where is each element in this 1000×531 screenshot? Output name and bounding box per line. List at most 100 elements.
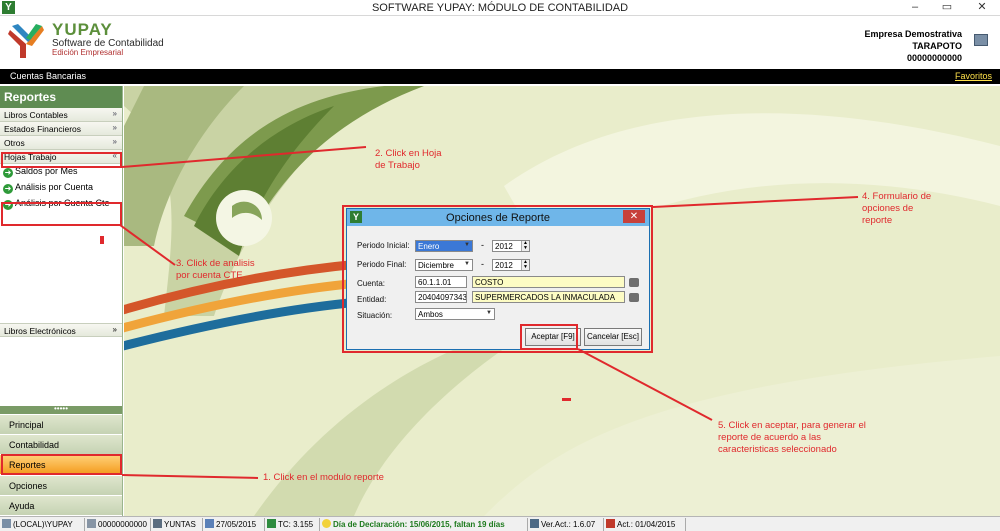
yupay-logo-icon xyxy=(6,22,46,62)
status-update-text: Act.: 01/04/2015 xyxy=(617,520,676,529)
cuenta-label: Cuenta: xyxy=(357,279,386,288)
status-update: Act.: 01/04/2015 xyxy=(604,518,686,531)
annotation-line: de Trabajo xyxy=(375,160,420,171)
status-declaration: Día de Declaración: 15/06/2015, faltan 1… xyxy=(320,518,528,531)
spinner-value: 2012 xyxy=(495,242,513,251)
brand-name: YUPAY xyxy=(52,20,113,39)
periodo-final-year-spinner[interactable]: 2012 ▲ ▼ xyxy=(492,259,530,271)
annotation-step4: 4. Formulario de opciones de reporte xyxy=(862,191,931,227)
cuenta-code-input[interactable]: 60.1.1.01 xyxy=(415,276,467,288)
module-reportes[interactable]: Reportes xyxy=(0,454,122,474)
entidad-lookup-icon[interactable] xyxy=(629,293,639,302)
select-value: Diciembre xyxy=(418,261,455,270)
sidebar-group-label: Estados Financieros xyxy=(4,124,82,134)
company-name: Empresa Demostrativa xyxy=(864,29,962,39)
accept-button[interactable]: Aceptar [F9] xyxy=(525,328,581,346)
app-header: YUPAY Software de Contabilidad Edición E… xyxy=(0,16,1000,68)
entidad-name-field: SUPERMERCADOS LA INMACULADA xyxy=(472,291,625,303)
sidebar-item-saldos-por-mes[interactable]: ➜ Saldos por Mes xyxy=(0,164,122,180)
status-user: YUNTAS xyxy=(151,518,203,531)
lightbulb-icon xyxy=(322,519,331,528)
periodo-final-label: Periodo Final: xyxy=(357,260,407,269)
annotation-line: 3. Click de analisis xyxy=(176,258,255,269)
dropdown-arrow-icon: ▼ xyxy=(464,242,470,248)
breadcrumb-bar: Cuentas Bancarias Favoritos xyxy=(0,69,1000,84)
brand-edition: Edición Empresarial xyxy=(52,48,124,57)
minimize-button[interactable]: – xyxy=(900,0,930,16)
annotation-step2: 2. Click en Hoja de Trabajo xyxy=(375,148,442,172)
status-declaration-text: Día de Declaración: 15/06/2015, faltan 1… xyxy=(333,520,505,529)
sidebar-item-label: Análisis por Cuenta Cte xyxy=(15,198,110,208)
maximize-button[interactable]: ▭ xyxy=(932,0,962,16)
arrow-right-icon: ➜ xyxy=(3,168,13,178)
module-ayuda[interactable]: Ayuda xyxy=(0,495,122,515)
dialog-title-bar: Y Opciones de Reporte ✕ xyxy=(347,209,649,226)
chevron-up-icon: « xyxy=(112,151,117,160)
periodo-inicial-year-spinner[interactable]: 2012 ▲ ▼ xyxy=(492,240,530,252)
dropdown-arrow-icon: ▼ xyxy=(486,310,492,316)
chevron-down-icon: » xyxy=(112,123,117,132)
sidebar-item-analisis-por-cuenta-cte[interactable]: ➜ Análisis por Cuenta Cte xyxy=(0,196,122,212)
sidebar-item-label: Saldos por Mes xyxy=(15,166,78,176)
annotation-line: 4. Formulario de xyxy=(862,191,932,202)
sidebar-group-libros-contables[interactable]: Libros Contables » xyxy=(0,108,122,122)
annotation-line: por cuenta CTE xyxy=(176,270,243,281)
close-button[interactable]: ✕ xyxy=(964,0,1000,16)
sidebar: Reportes Libros Contables » Estados Fina… xyxy=(0,86,123,516)
cancel-button[interactable]: Cancelar [Esc] xyxy=(584,328,642,346)
status-user-text: YUNTAS xyxy=(164,520,196,529)
company-switch-icon[interactable] xyxy=(974,34,988,46)
module-opciones[interactable]: Opciones xyxy=(0,475,122,495)
cuenta-name-field: COSTO xyxy=(472,276,625,288)
dialog-close-button[interactable]: ✕ xyxy=(623,210,645,223)
favorites-link[interactable]: Favoritos xyxy=(955,71,992,81)
select-value: Ambos xyxy=(418,310,443,319)
sidebar-item-analisis-por-cuenta[interactable]: ➜ Análisis por Cuenta xyxy=(0,180,122,196)
database-icon xyxy=(2,519,11,528)
periodo-inicial-label: Periodo Inicial: xyxy=(357,241,410,250)
periodo-final-month-select[interactable]: Diciembre ▼ xyxy=(415,259,473,271)
users-icon xyxy=(153,519,162,528)
situacion-select[interactable]: Ambos ▼ xyxy=(415,308,495,320)
module-principal[interactable]: Principal xyxy=(0,414,122,434)
annotation-line: reporte de acuerdo a las xyxy=(718,432,821,443)
dropdown-arrow-icon: ▼ xyxy=(464,261,470,267)
select-value: Enero xyxy=(418,242,440,251)
range-dash: - xyxy=(481,259,484,269)
breadcrumb[interactable]: Cuentas Bancarias xyxy=(10,71,86,81)
status-server: (LOCAL)\YUPAY xyxy=(0,518,85,531)
cuenta-lookup-icon[interactable] xyxy=(629,278,639,287)
company-ruc: 00000000000 xyxy=(906,53,962,63)
dialog-title: Opciones de Reporte xyxy=(446,212,550,224)
status-ruc-text: 00000000000 xyxy=(98,520,147,529)
spinner-arrows-icon[interactable]: ▲ ▼ xyxy=(521,260,529,270)
sidebar-group-label: Libros Contables xyxy=(4,110,68,120)
company-info: Empresa Demostrativa TARAPOTO 0000000000… xyxy=(864,28,962,64)
entidad-label: Entidad: xyxy=(357,295,387,304)
annotation-step5: 5. Click en aceptar, para generar el rep… xyxy=(718,420,866,456)
range-dash: - xyxy=(481,240,484,250)
situacion-label: Situación: xyxy=(357,311,393,320)
module-contabilidad[interactable]: Contabilidad xyxy=(0,434,122,454)
sidebar-group-label: Libros Electrónicos xyxy=(4,326,76,336)
status-server-text: (LOCAL)\YUPAY xyxy=(13,520,73,529)
sidebar-group-estados-financieros[interactable]: Estados Financieros » xyxy=(0,122,122,136)
id-card-icon xyxy=(87,519,96,528)
arrow-right-icon: ➜ xyxy=(3,200,13,210)
title-bar: Y SOFTWARE YUPAY: MÓDULO DE CONTABILIDAD… xyxy=(0,0,1000,16)
dollar-icon xyxy=(267,519,276,528)
sidebar-group-libros-electronicos[interactable]: Libros Electrónicos » xyxy=(0,323,122,337)
report-options-dialog: Y Opciones de Reporte ✕ Periodo Inicial:… xyxy=(346,208,650,350)
company-city: TARAPOTO xyxy=(912,41,962,51)
sidebar-group-hojas-trabajo[interactable]: Hojas Trabajo « xyxy=(0,150,122,164)
status-version: Ver.Act.: 1.6.07 xyxy=(528,518,604,531)
entidad-code-input[interactable]: 20404097343 xyxy=(415,291,467,303)
annotation-line: 5. Click en aceptar, para generar el xyxy=(718,420,866,431)
periodo-inicial-month-select[interactable]: Enero ▼ xyxy=(415,240,473,252)
calendar-icon xyxy=(205,519,214,528)
sidebar-group-label: Otros xyxy=(4,138,25,148)
spinner-arrows-icon[interactable]: ▲ ▼ xyxy=(521,241,529,251)
sidebar-group-otros[interactable]: Otros » xyxy=(0,136,122,150)
sidebar-splitter[interactable]: ••••• xyxy=(0,405,122,414)
chevron-down-icon: » xyxy=(112,137,117,146)
